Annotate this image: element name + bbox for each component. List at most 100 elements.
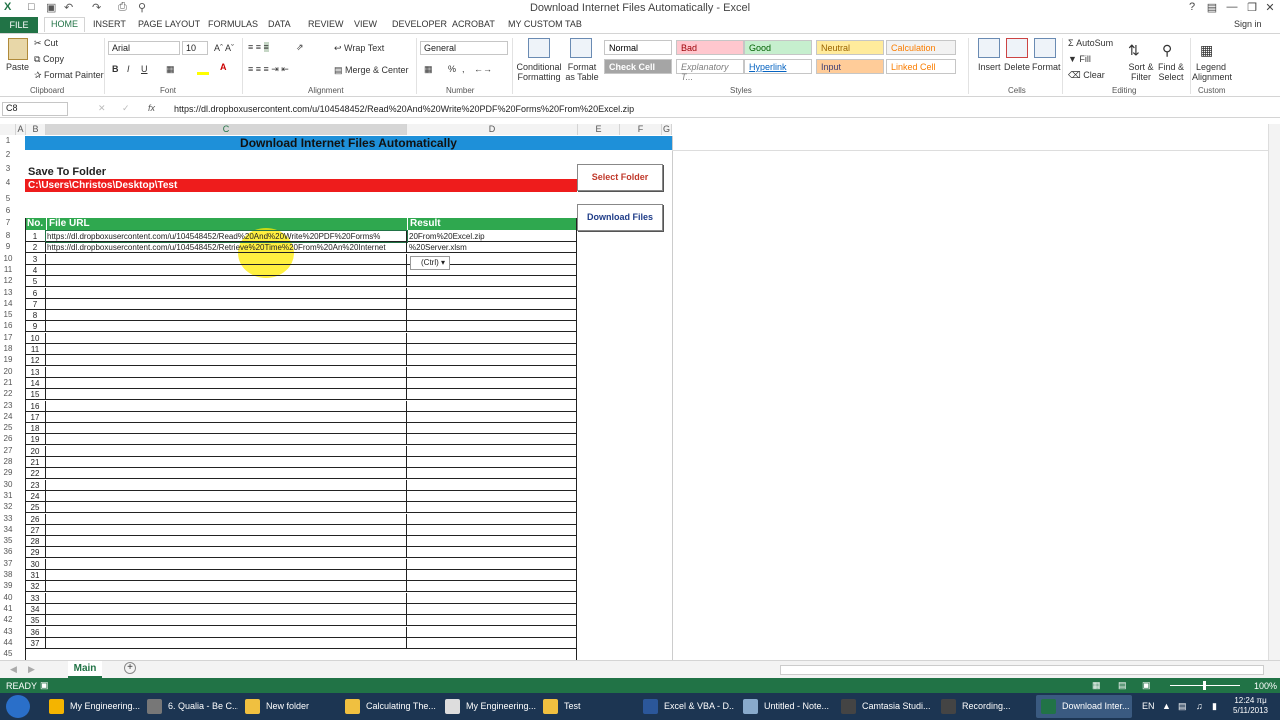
row-header[interactable]: 13 bbox=[0, 288, 16, 297]
vertical-scrollbar[interactable] bbox=[1268, 124, 1280, 660]
column-header-e[interactable]: E bbox=[578, 124, 620, 135]
sort-filter-button[interactable]: Sort & Filter bbox=[1126, 62, 1156, 82]
row-header[interactable]: 2 bbox=[0, 150, 16, 159]
restore-icon[interactable]: ❐ bbox=[1242, 1, 1262, 14]
format-as-table-button[interactable]: Format as Table bbox=[562, 62, 602, 82]
row-header[interactable]: 39 bbox=[0, 581, 16, 590]
language-indicator[interactable]: EN bbox=[1142, 701, 1155, 711]
sort-filter-icon[interactable]: ⇅ bbox=[1128, 42, 1140, 59]
row-header[interactable]: 6 bbox=[0, 206, 16, 215]
taskbar-item[interactable]: My Engineering... bbox=[440, 695, 536, 718]
find-select-button[interactable]: Find & Select bbox=[1156, 62, 1186, 82]
start-button-icon[interactable] bbox=[6, 695, 30, 718]
percent-button[interactable]: % bbox=[448, 64, 456, 74]
row-header[interactable]: 27 bbox=[0, 446, 16, 455]
row-header[interactable]: 15 bbox=[0, 310, 16, 319]
help-icon[interactable]: ? bbox=[1182, 1, 1202, 13]
taskbar-item[interactable]: Download Inter... bbox=[1036, 695, 1132, 718]
minimize-icon[interactable]: — bbox=[1222, 1, 1242, 13]
network-icon[interactable]: ▤ bbox=[1178, 701, 1187, 712]
number-format-select[interactable]: General bbox=[420, 41, 508, 55]
format-cells-icon[interactable] bbox=[1034, 38, 1056, 58]
font-size-select[interactable]: 10 bbox=[182, 41, 208, 55]
currency-icon[interactable]: ▦ bbox=[424, 64, 433, 75]
volume-icon[interactable]: ♫ bbox=[1196, 701, 1203, 711]
tab-acrobat[interactable]: ACROBAT bbox=[452, 19, 495, 29]
row-header[interactable]: 38 bbox=[0, 570, 16, 579]
italic-button[interactable]: I bbox=[127, 64, 130, 74]
delete-button[interactable]: Delete bbox=[1004, 62, 1030, 72]
row-header[interactable]: 25 bbox=[0, 423, 16, 432]
row-header[interactable]: 34 bbox=[0, 525, 16, 534]
row-header[interactable]: 3 bbox=[0, 164, 16, 173]
sheet-nav-next-icon[interactable]: ▶ bbox=[28, 664, 35, 675]
insert-function-button[interactable]: fx bbox=[148, 103, 155, 113]
column-header-g[interactable]: G bbox=[662, 124, 672, 135]
tab-formulas[interactable]: FORMULAS bbox=[208, 19, 258, 29]
tab-view[interactable]: VIEW bbox=[354, 19, 377, 29]
taskbar-item[interactable]: My Engineering... bbox=[44, 695, 140, 718]
insert-button[interactable]: Insert bbox=[978, 62, 1001, 72]
close-icon[interactable]: ✕ bbox=[1260, 1, 1280, 14]
row-header[interactable]: 1 bbox=[0, 136, 16, 145]
row-header[interactable]: 31 bbox=[0, 491, 16, 500]
column-header-f[interactable]: F bbox=[620, 124, 662, 135]
row-header[interactable]: 30 bbox=[0, 480, 16, 489]
taskbar-item[interactable]: 6. Qualia - Be C... bbox=[142, 695, 238, 718]
zoom-level[interactable]: 100% bbox=[1254, 681, 1277, 691]
row-header[interactable]: 29 bbox=[0, 468, 16, 477]
taskbar-item[interactable]: Calculating The... bbox=[340, 695, 436, 718]
row-header[interactable]: 23 bbox=[0, 401, 16, 410]
find-select-icon[interactable]: ⚲ bbox=[1162, 42, 1172, 59]
row-header[interactable]: 17 bbox=[0, 333, 16, 342]
paste-button[interactable]: Paste bbox=[6, 62, 29, 72]
tab-file[interactable]: FILE bbox=[0, 17, 38, 33]
row-header[interactable]: 20 bbox=[0, 367, 16, 376]
tab-home[interactable]: HOME bbox=[44, 17, 85, 32]
row-header[interactable]: 19 bbox=[0, 355, 16, 364]
copy-button[interactable]: ⧉ Copy bbox=[34, 54, 64, 65]
decimal-icon[interactable]: ←→ bbox=[474, 64, 492, 74]
row-header[interactable]: 35 bbox=[0, 536, 16, 545]
insert-cells-icon[interactable] bbox=[978, 38, 1000, 58]
row-header[interactable]: 26 bbox=[0, 434, 16, 443]
cell-style-input[interactable]: Input bbox=[816, 59, 884, 74]
row-header[interactable]: 12 bbox=[0, 276, 16, 285]
row-header[interactable]: 4 bbox=[0, 178, 16, 187]
cell-style-explanatory-t[interactable]: Explanatory T... bbox=[676, 59, 744, 82]
row-header[interactable]: 22 bbox=[0, 389, 16, 398]
row-header[interactable]: 24 bbox=[0, 412, 16, 421]
format-painter-button[interactable]: ✰ Format Painter bbox=[34, 70, 104, 81]
comma-button[interactable]: , bbox=[462, 64, 465, 74]
row-header[interactable]: 44 bbox=[0, 638, 16, 647]
tab-developer[interactable]: DEVELOPER bbox=[392, 19, 447, 29]
row-header[interactable]: 37 bbox=[0, 559, 16, 568]
row-header[interactable]: 14 bbox=[0, 299, 16, 308]
cell-style-bad[interactable]: Bad bbox=[676, 40, 744, 55]
row-header[interactable]: 5 bbox=[0, 194, 16, 203]
select-all-corner[interactable] bbox=[0, 124, 16, 135]
page-break-view-icon[interactable]: ▣ bbox=[1142, 680, 1151, 691]
row-header[interactable]: 33 bbox=[0, 514, 16, 523]
cell-style-normal[interactable]: Normal bbox=[604, 40, 672, 55]
select-folder-button[interactable]: Select Folder bbox=[577, 164, 663, 191]
zoom-slider-thumb[interactable] bbox=[1203, 681, 1206, 690]
taskbar-item[interactable]: Untitled - Note... bbox=[738, 695, 834, 718]
taskbar-item[interactable]: Recording... bbox=[936, 695, 1032, 718]
horizontal-scrollbar[interactable] bbox=[780, 665, 1264, 675]
paste-options-button[interactable]: (Ctrl) ▾ bbox=[410, 256, 450, 270]
row-header[interactable]: 42 bbox=[0, 615, 16, 624]
column-header-b[interactable]: B bbox=[26, 124, 46, 135]
tab-data[interactable]: DATA bbox=[268, 19, 291, 29]
add-sheet-button[interactable]: + bbox=[124, 662, 136, 674]
cell-style-check-cell[interactable]: Check Cell bbox=[604, 59, 672, 74]
row-header[interactable]: 7 bbox=[0, 218, 16, 227]
align-top-icon[interactable]: ≡ ≡ ≡ bbox=[248, 42, 269, 52]
taskbar-item[interactable]: Excel & VBA - D... bbox=[638, 695, 734, 718]
system-clock[interactable]: 12:24 πμ 5/11/2013 bbox=[1233, 696, 1268, 716]
fill-button[interactable]: ▼ Fill bbox=[1068, 54, 1091, 64]
legend-alignment-button[interactable]: Legend Alignment bbox=[1192, 62, 1232, 82]
orientation-icon[interactable]: ⇗ bbox=[296, 42, 304, 53]
page-layout-view-icon[interactable]: ▤ bbox=[1118, 680, 1127, 691]
tab-insert[interactable]: INSERT bbox=[93, 19, 126, 29]
